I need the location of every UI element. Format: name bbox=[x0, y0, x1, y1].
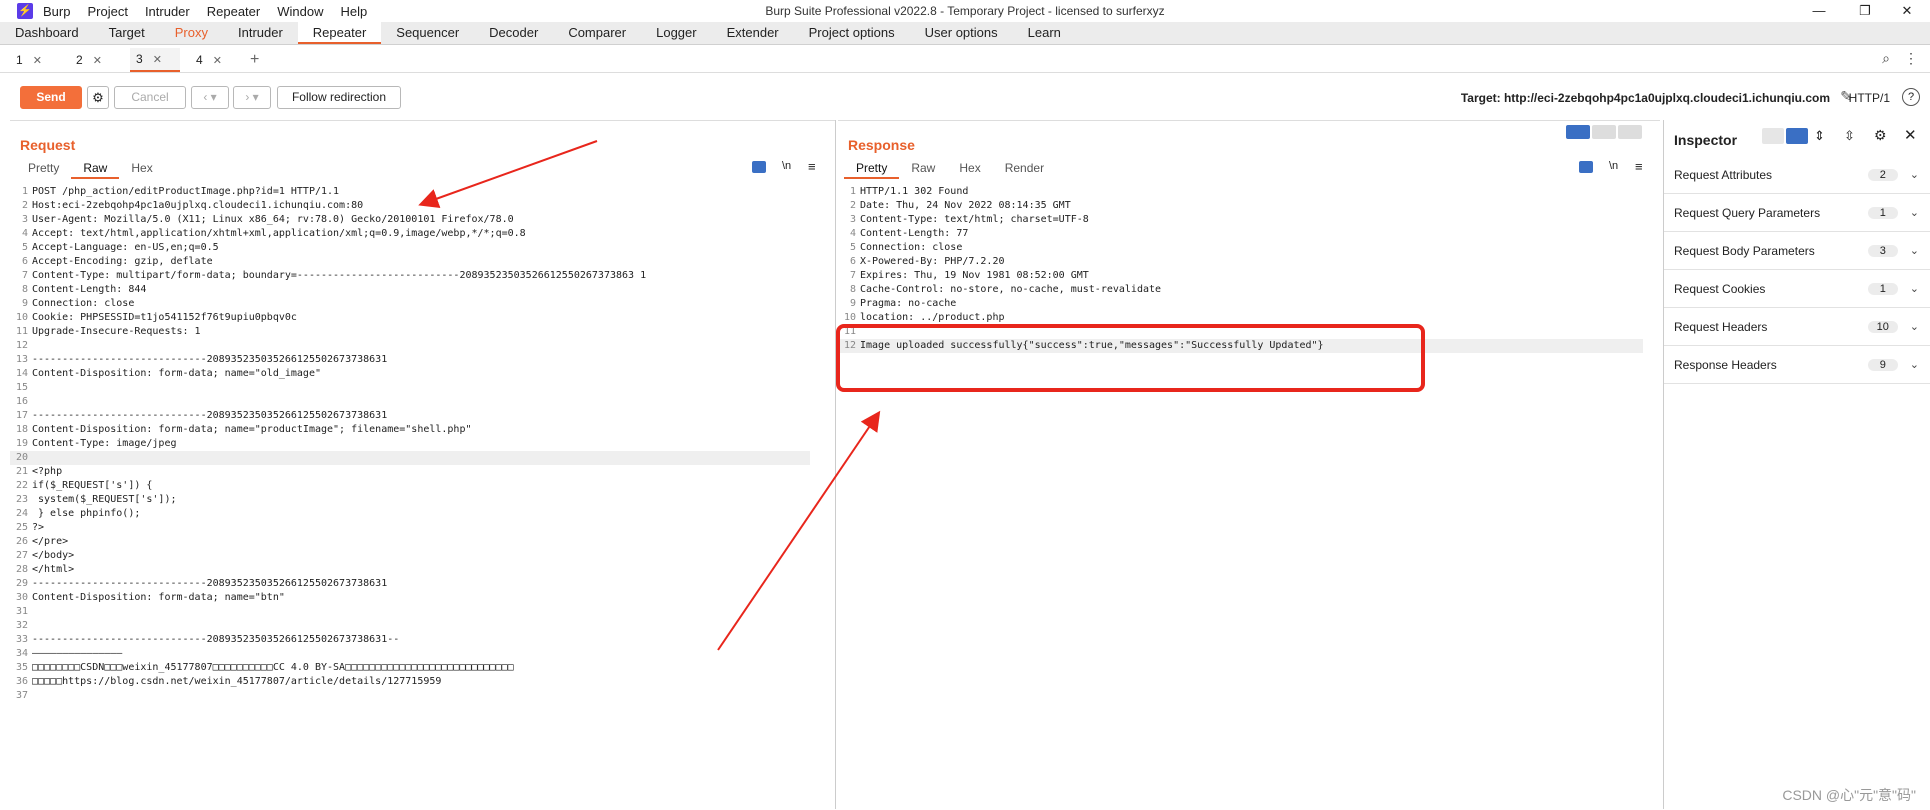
annotation-box-response bbox=[836, 324, 1425, 392]
annotation-arrow-host bbox=[418, 140, 598, 208]
annotation-arrow-response bbox=[717, 410, 881, 651]
annotation-overlay bbox=[418, 140, 1425, 651]
csdn-watermark: CSDN @心"元"意"码" bbox=[1782, 787, 1916, 803]
